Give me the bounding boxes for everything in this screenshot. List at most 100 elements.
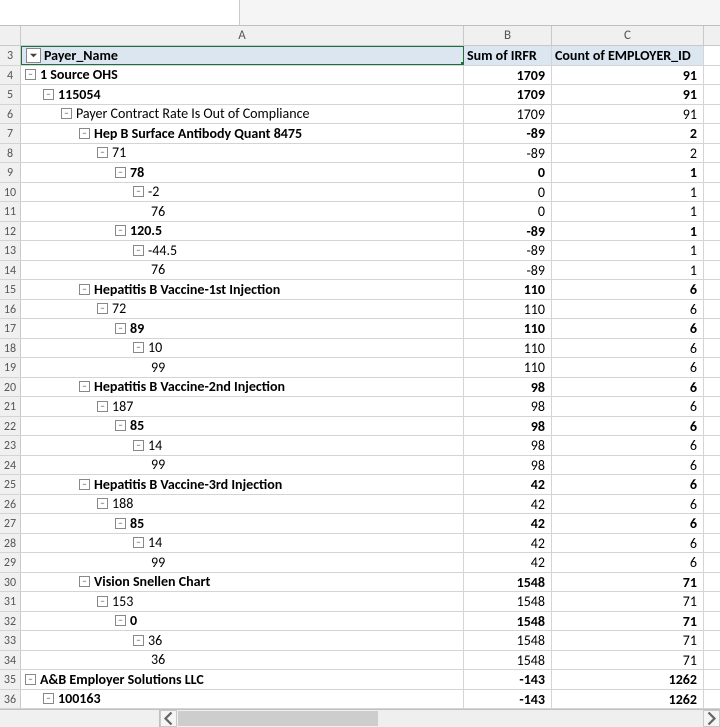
row-6[interactable]: 6−Payer Contract Rate Is Out of Complian… — [0, 105, 720, 125]
cell-B[interactable]: 0 — [464, 202, 552, 221]
cell-C[interactable]: 6 — [552, 553, 704, 572]
cell-C[interactable]: 6 — [552, 397, 704, 416]
cell-B[interactable]: 42 — [464, 553, 552, 572]
collapse-icon[interactable]: − — [133, 635, 144, 646]
row-header[interactable]: 22 — [0, 417, 21, 436]
cell-C[interactable]: 71 — [552, 612, 704, 631]
cell-empty[interactable] — [704, 631, 720, 650]
cell-empty[interactable] — [704, 495, 720, 514]
cell-A[interactable]: 99 — [21, 358, 464, 377]
cell-empty[interactable] — [704, 397, 720, 416]
collapse-icon[interactable]: − — [115, 225, 126, 236]
row-28[interactable]: 28−14426 — [0, 534, 720, 554]
row-24[interactable]: 2499986 — [0, 456, 720, 476]
collapse-icon[interactable]: − — [133, 186, 144, 197]
cell-A[interactable]: −71 — [21, 144, 464, 163]
cell-B[interactable]: 110 — [464, 319, 552, 338]
cell-empty[interactable] — [704, 46, 720, 65]
cell-empty[interactable] — [704, 124, 720, 143]
cell-C[interactable]: 6 — [552, 358, 704, 377]
row-33[interactable]: 33−36154871 — [0, 631, 720, 651]
cell-C[interactable]: 71 — [552, 592, 704, 611]
cell-B[interactable]: 42 — [464, 514, 552, 533]
row-header[interactable]: 19 — [0, 358, 21, 377]
grid[interactable]: 3Payer_NameSum of IRFRCount of EMPLOYER_… — [0, 46, 720, 709]
cell-C[interactable]: 6 — [552, 339, 704, 358]
collapse-icon[interactable]: − — [115, 420, 126, 431]
cell-A[interactable]: −A&B Employer Solutions LLC — [21, 670, 464, 689]
row-header[interactable]: 30 — [0, 573, 21, 592]
cell-empty[interactable] — [704, 202, 720, 221]
cell-empty[interactable] — [704, 670, 720, 689]
cell-B[interactable]: 1709 — [464, 105, 552, 124]
row-header[interactable]: 36 — [0, 690, 21, 709]
cell-C[interactable]: 71 — [552, 573, 704, 592]
collapse-icon[interactable]: − — [115, 323, 126, 334]
row-12[interactable]: 12−120.5-891 — [0, 222, 720, 242]
row-header[interactable]: 11 — [0, 202, 21, 221]
cell-empty[interactable] — [704, 222, 720, 241]
cell-B[interactable]: 1548 — [464, 612, 552, 631]
row-header[interactable]: 33 — [0, 631, 21, 650]
row-header[interactable]: 25 — [0, 475, 21, 494]
select-all-corner[interactable] — [0, 26, 21, 45]
cell-empty[interactable] — [704, 85, 720, 104]
cell-C[interactable]: 2 — [552, 124, 704, 143]
col-header-C[interactable]: C — [552, 26, 704, 45]
cell-empty[interactable] — [704, 241, 720, 260]
row-header[interactable]: 8 — [0, 144, 21, 163]
cell-B[interactable]: -89 — [464, 124, 552, 143]
cell-B[interactable]: -89 — [464, 222, 552, 241]
cell-A[interactable]: −Vision Snellen Chart — [21, 573, 464, 592]
cell-A[interactable]: 36 — [21, 651, 464, 670]
cell-A[interactable]: −-2 — [21, 183, 464, 202]
cell-B[interactable]: -89 — [464, 144, 552, 163]
cell-B[interactable]: 98 — [464, 417, 552, 436]
cell-C[interactable]: 1 — [552, 222, 704, 241]
cell-A[interactable]: −78 — [21, 163, 464, 182]
cell-empty[interactable] — [704, 514, 720, 533]
cell-C[interactable]: 6 — [552, 417, 704, 436]
cell-C[interactable]: 1 — [552, 261, 704, 280]
collapse-icon[interactable]: − — [79, 479, 90, 490]
cell-C[interactable]: 1 — [552, 183, 704, 202]
cell-B[interactable]: 1548 — [464, 573, 552, 592]
collapse-icon[interactable]: − — [133, 440, 144, 451]
scroll-thumb[interactable] — [178, 711, 378, 726]
row-5[interactable]: 5−115054170991 — [0, 85, 720, 105]
row-header[interactable]: 35 — [0, 670, 21, 689]
collapse-icon[interactable]: − — [25, 674, 36, 685]
row-27[interactable]: 27−85426 — [0, 514, 720, 534]
row-14[interactable]: 1476-891 — [0, 261, 720, 281]
cell-A[interactable]: −Hep B Surface Antibody Quant 8475 — [21, 124, 464, 143]
row-header[interactable]: 5 — [0, 85, 21, 104]
cell-empty[interactable] — [704, 183, 720, 202]
cell-A[interactable]: −187 — [21, 397, 464, 416]
cell-A[interactable]: −Payer Contract Rate Is Out of Complianc… — [21, 105, 464, 124]
row-9[interactable]: 9−7801 — [0, 163, 720, 183]
cell-A[interactable]: −14 — [21, 534, 464, 553]
row-16[interactable]: 16−721106 — [0, 300, 720, 320]
row-header[interactable]: 31 — [0, 592, 21, 611]
row-header[interactable]: 24 — [0, 456, 21, 475]
cell-A[interactable]: −Hepatitis B Vaccine-3rd Injection — [21, 475, 464, 494]
row-35[interactable]: 35−A&B Employer Solutions LLC-1431262 — [0, 670, 720, 690]
row-header[interactable]: 15 — [0, 280, 21, 299]
collapse-icon[interactable]: − — [97, 498, 108, 509]
row-10[interactable]: 10−-201 — [0, 183, 720, 203]
cell-C[interactable]: 91 — [552, 85, 704, 104]
cell-A[interactable]: −188 — [21, 495, 464, 514]
cell-C[interactable]: 2 — [552, 144, 704, 163]
cell-A[interactable]: −-44.5 — [21, 241, 464, 260]
row-29[interactable]: 2999426 — [0, 553, 720, 573]
cell-empty[interactable] — [704, 319, 720, 338]
cell-A[interactable]: −Hepatitis B Vaccine-1st Injection — [21, 280, 464, 299]
cell-C[interactable]: 91 — [552, 66, 704, 85]
cell-C[interactable]: 1262 — [552, 670, 704, 689]
row-header[interactable]: 3 — [0, 46, 21, 65]
row-22[interactable]: 22−85986 — [0, 417, 720, 437]
cell-empty[interactable] — [704, 300, 720, 319]
collapse-icon[interactable]: − — [43, 693, 54, 704]
cell-A[interactable]: −85 — [21, 417, 464, 436]
row-header[interactable]: 20 — [0, 378, 21, 397]
